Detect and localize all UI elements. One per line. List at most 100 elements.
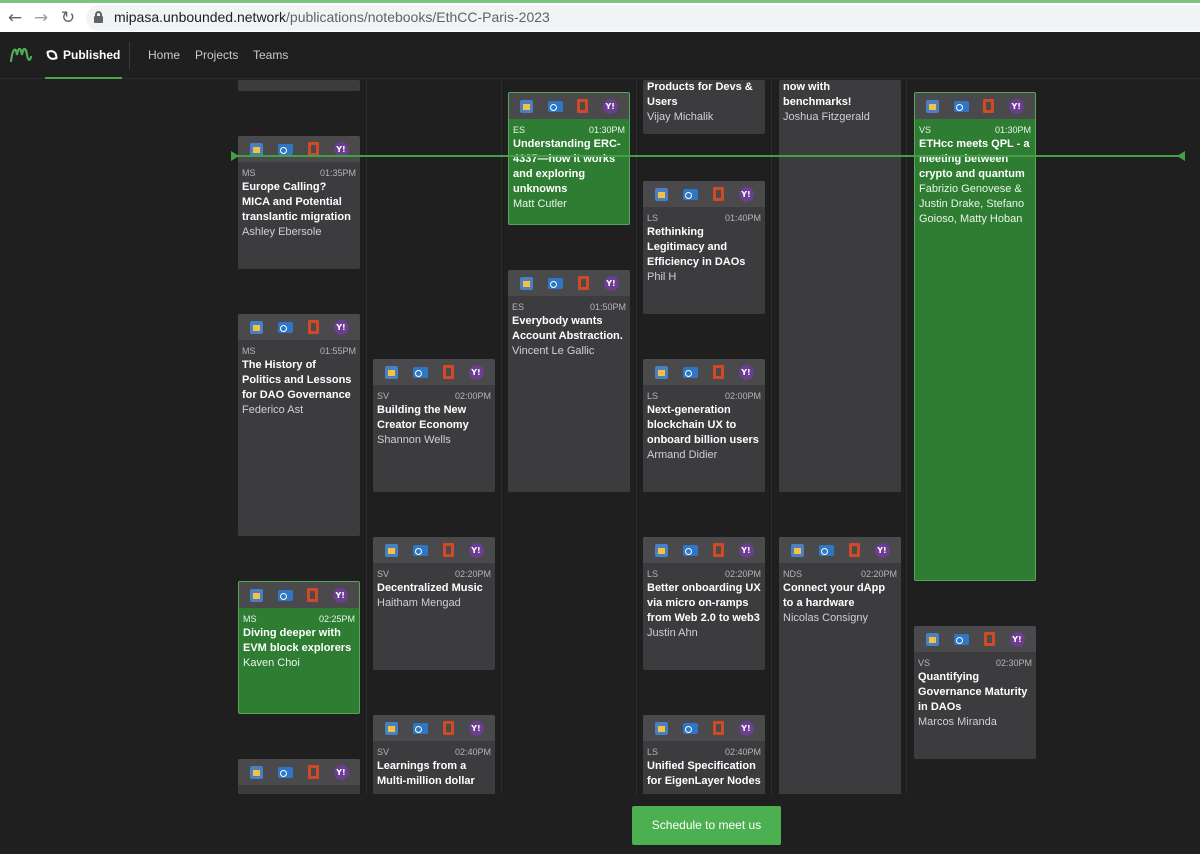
nav-link-teams[interactable]: Teams	[253, 48, 288, 62]
outlook-icon[interactable]	[953, 100, 969, 112]
tag-icon	[46, 48, 58, 61]
session-card[interactable]: Products for Devs & Users Vijay Michalik	[643, 80, 765, 134]
outlook-icon[interactable]	[547, 277, 563, 289]
outlook-icon[interactable]	[412, 366, 428, 378]
tab-published[interactable]: Published	[45, 32, 123, 79]
yahoo-icon[interactable]: Y!	[1008, 98, 1024, 114]
outlook-icon[interactable]	[682, 188, 698, 200]
session-title: Quantifying Governance Maturity in DAOs	[918, 671, 1028, 713]
outlook-icon[interactable]	[547, 100, 563, 112]
yahoo-icon[interactable]: Y!	[738, 542, 754, 558]
office-icon[interactable]	[712, 543, 724, 557]
yahoo-icon[interactable]: Y!	[332, 587, 348, 603]
calendar-links: Y!	[238, 136, 360, 162]
google-calendar-icon[interactable]	[654, 187, 668, 201]
office-icon[interactable]	[983, 632, 995, 646]
office-icon[interactable]	[712, 187, 724, 201]
session-card[interactable]: Y! SV 02:40PM Learnings from a Multi-mill…	[373, 715, 495, 794]
yahoo-icon[interactable]: Y!	[603, 275, 619, 291]
session-card[interactable]: Y! NDS 02:20PM Connect your dApp to a har…	[779, 537, 901, 794]
outlook-icon[interactable]	[277, 589, 293, 601]
yahoo-icon[interactable]: Y!	[738, 720, 754, 736]
yahoo-icon[interactable]: Y!	[738, 186, 754, 202]
schedule-meeting-button[interactable]: Schedule to meet us	[632, 806, 781, 845]
office-icon[interactable]	[442, 365, 454, 379]
office-icon[interactable]	[712, 365, 724, 379]
office-icon[interactable]	[577, 99, 589, 113]
session-card[interactable]: Y! SV 02:00PM Building the New Creator Ec…	[373, 359, 495, 492]
back-arrow-icon[interactable]: ←	[4, 7, 26, 29]
yahoo-icon[interactable]: Y!	[1009, 631, 1025, 647]
yahoo-icon[interactable]: Y!	[333, 319, 349, 335]
nav-link-home[interactable]: Home	[148, 48, 180, 62]
yahoo-icon[interactable]: Y!	[468, 720, 484, 736]
session-title: Learnings from a Multi-million dollar	[377, 760, 475, 787]
outlook-icon[interactable]	[953, 633, 969, 645]
yahoo-icon[interactable]: Y!	[738, 364, 754, 380]
outlook-icon[interactable]	[412, 544, 428, 556]
office-icon[interactable]	[307, 765, 319, 779]
session-card[interactable]: Y! ES 01:50PM Everybody wants Account Abs…	[508, 270, 630, 492]
google-calendar-icon[interactable]	[249, 320, 263, 334]
google-calendar-icon[interactable]	[250, 588, 264, 602]
office-icon[interactable]	[307, 142, 319, 156]
outlook-icon[interactable]	[412, 722, 428, 734]
forward-arrow-icon[interactable]: →	[30, 7, 52, 29]
yahoo-icon[interactable]: Y!	[468, 542, 484, 558]
session-card[interactable]: Y! VS 02:30PM Quantifying Governance Matu…	[914, 626, 1036, 759]
google-calendar-icon[interactable]	[654, 721, 668, 735]
session-speaker: Kaven Choi	[243, 657, 300, 669]
yahoo-icon[interactable]: Y!	[874, 542, 890, 558]
google-calendar-icon[interactable]	[519, 276, 533, 290]
google-calendar-icon[interactable]	[520, 99, 534, 113]
session-card-active[interactable]: Y! ES 01:30PM Understanding ERC-4337—how …	[508, 92, 630, 225]
office-icon[interactable]	[983, 99, 995, 113]
google-calendar-icon[interactable]	[654, 543, 668, 557]
yahoo-icon[interactable]: Y!	[602, 98, 618, 114]
session-speaker: Vijay Michalik	[647, 111, 714, 123]
session-card[interactable]: Y!	[238, 759, 360, 794]
mipasa-logo-icon[interactable]	[10, 45, 32, 63]
session-card[interactable]: now with benchmarks! Joshua Fitzgerald	[779, 80, 901, 492]
outlook-icon[interactable]	[818, 544, 834, 556]
session-card[interactable]: Y! LS 02:20PM Better onboarding UX via mi…	[643, 537, 765, 670]
outlook-icon[interactable]	[277, 321, 293, 333]
session-card[interactable]	[238, 80, 360, 91]
google-calendar-icon[interactable]	[384, 365, 398, 379]
office-icon[interactable]	[848, 543, 860, 557]
yahoo-icon[interactable]: Y!	[468, 364, 484, 380]
office-icon[interactable]	[442, 543, 454, 557]
google-calendar-icon[interactable]	[384, 543, 398, 557]
office-icon[interactable]	[307, 588, 319, 602]
session-card-active[interactable]: Y! MS 02:25PM Diving deeper with EVM bloc…	[238, 581, 360, 714]
session-card-active[interactable]: Y! VS 01:30PM ETHcc meets QPL - a meeting…	[914, 92, 1036, 581]
google-calendar-icon[interactable]	[926, 99, 940, 113]
office-icon[interactable]	[442, 721, 454, 735]
session-card[interactable]: Y! LS 02:40PM Unified Specification for E…	[643, 715, 765, 794]
google-calendar-icon[interactable]	[249, 142, 263, 156]
google-calendar-icon[interactable]	[654, 365, 668, 379]
url-text: mipasa.unbounded.network/publications/no…	[114, 9, 550, 25]
time-label: 01:55PM	[319, 346, 356, 356]
session-card[interactable]: Y! LS 02:00PM Next-generation blockchain …	[643, 359, 765, 492]
address-bar[interactable]: mipasa.unbounded.network/publications/no…	[86, 5, 1200, 31]
session-card[interactable]: Y! SV 02:20PM Decentralized Music Haitham…	[373, 537, 495, 670]
yahoo-icon[interactable]: Y!	[333, 764, 349, 780]
office-icon[interactable]	[712, 721, 724, 735]
office-icon[interactable]	[577, 276, 589, 290]
google-calendar-icon[interactable]	[384, 721, 398, 735]
session-card[interactable]: Y! MS 01:55PM The History of Politics and…	[238, 314, 360, 536]
outlook-icon[interactable]	[682, 366, 698, 378]
session-card[interactable]: Y! LS 01:40PM Rethinking Legitimacy and E…	[643, 181, 765, 314]
outlook-icon[interactable]	[277, 766, 293, 778]
office-icon[interactable]	[307, 320, 319, 334]
google-calendar-icon[interactable]	[790, 543, 804, 557]
outlook-icon[interactable]	[682, 722, 698, 734]
session-title: Next-generation blockchain UX to onboard…	[647, 404, 759, 446]
nav-link-projects[interactable]: Projects	[195, 48, 238, 62]
google-calendar-icon[interactable]	[925, 632, 939, 646]
reload-icon[interactable]: ↻	[57, 7, 79, 29]
google-calendar-icon[interactable]	[249, 765, 263, 779]
outlook-icon[interactable]	[682, 544, 698, 556]
outlook-icon[interactable]	[277, 143, 293, 155]
